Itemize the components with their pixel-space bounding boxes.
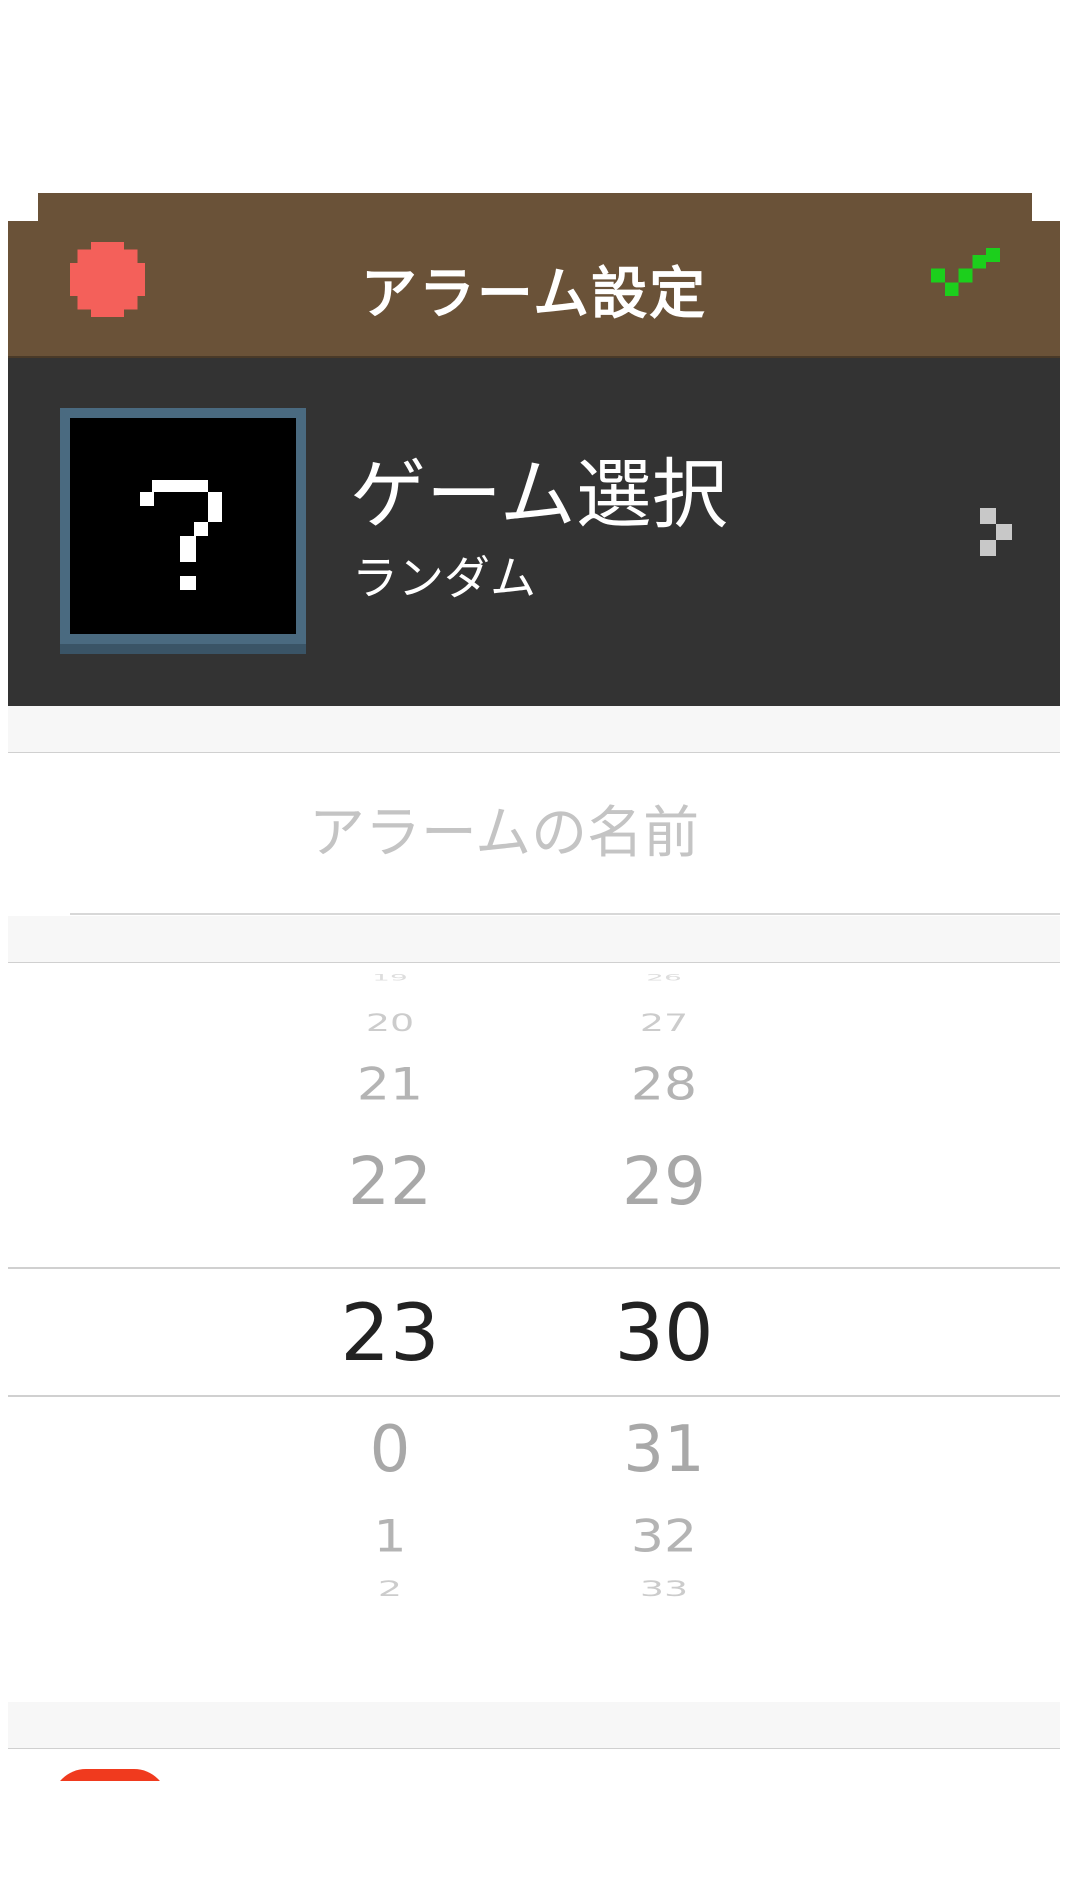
minute-option: 26 bbox=[646, 972, 682, 983]
question-mark-icon bbox=[140, 480, 222, 590]
navigation-header: アラーム設定 bbox=[8, 221, 1060, 358]
hour-option: 0 bbox=[369, 1413, 411, 1487]
minute-wheel[interactable]: 26 27 28 29 30 31 32 33 bbox=[554, 963, 774, 1703]
hour-wheel[interactable]: 19 20 21 22 23 0 1 2 bbox=[280, 963, 500, 1703]
picker-selection-top-line bbox=[8, 1267, 1060, 1269]
minute-selected: 30 bbox=[614, 1289, 714, 1379]
minute-option: 33 bbox=[639, 1576, 689, 1602]
minute-option: 28 bbox=[630, 1059, 698, 1111]
game-thumbnail bbox=[60, 408, 306, 654]
game-select-title: ゲーム選択 bbox=[350, 450, 728, 539]
picker-selection-bottom-line bbox=[8, 1395, 1060, 1397]
hour-option: 2 bbox=[377, 1576, 403, 1602]
header-top-edge bbox=[38, 193, 1032, 223]
minute-option: 32 bbox=[630, 1511, 698, 1563]
section-gap bbox=[8, 706, 1060, 752]
screen: アラーム設定 ゲーム選択 ランダム アラームの名前 19 20 21 22 23… bbox=[0, 0, 1065, 1893]
bottom-list-row[interactable] bbox=[8, 1748, 1060, 1781]
hour-selected: 23 bbox=[340, 1289, 440, 1379]
pixel-chevron-right-icon bbox=[980, 508, 1012, 556]
minute-option: 27 bbox=[639, 1009, 689, 1037]
hour-option: 22 bbox=[348, 1143, 432, 1220]
game-select-row[interactable]: ゲーム選択 ランダム bbox=[8, 358, 1060, 706]
alarm-name-row bbox=[8, 752, 1060, 917]
hour-option: 20 bbox=[365, 1009, 415, 1037]
hour-option: 1 bbox=[373, 1511, 407, 1563]
time-picker: 19 20 21 22 23 0 1 2 26 27 28 29 30 31 3… bbox=[8, 962, 1060, 1704]
red-rounded-icon bbox=[52, 1769, 168, 1781]
minute-option: 29 bbox=[622, 1143, 706, 1220]
minute-option: 31 bbox=[623, 1413, 705, 1487]
section-gap bbox=[8, 1702, 1060, 1748]
hour-option: 21 bbox=[356, 1059, 424, 1111]
page-title: アラーム設定 bbox=[360, 262, 708, 327]
section-gap bbox=[8, 916, 1060, 962]
hour-option: 19 bbox=[372, 972, 408, 983]
game-select-value: ランダム bbox=[352, 551, 536, 605]
pixel-check-icon[interactable] bbox=[928, 248, 1003, 303]
alarm-name-input[interactable] bbox=[70, 753, 1060, 915]
